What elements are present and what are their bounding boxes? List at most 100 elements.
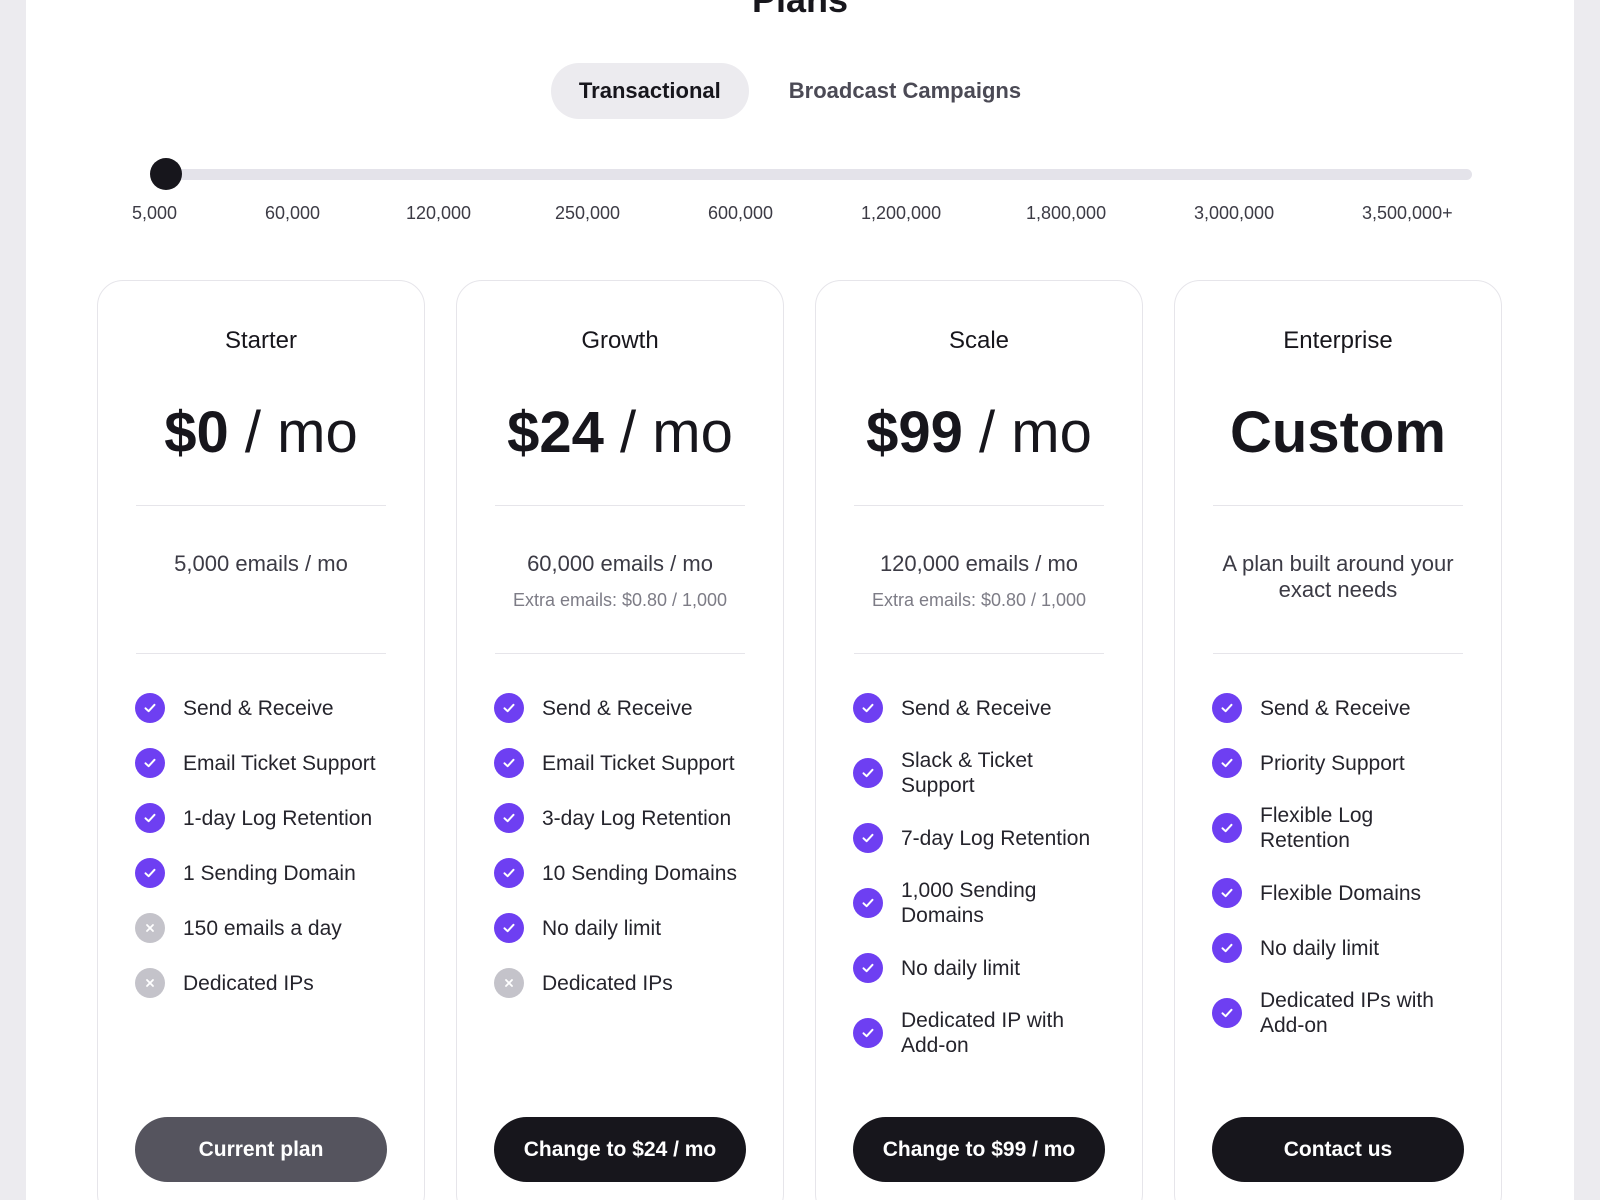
check-icon [853, 823, 883, 853]
feature-text: 1 Sending Domain [183, 861, 356, 885]
tick-label: 250,000 [555, 203, 621, 223]
feature-list: Send & Receive Email Ticket Support 3-da… [494, 693, 763, 1023]
check-icon [853, 888, 883, 918]
plan-name: Starter [224, 327, 298, 354]
feature-text: Flexible Domains [1260, 881, 1422, 905]
feature-text: Slack & Ticket Support [901, 749, 1033, 797]
feature-text: 10 Sending Domains [542, 861, 737, 885]
feature-text: Dedicated IPs [542, 971, 673, 995]
plan-price: Custom [1175, 399, 1501, 466]
feature-list: Send & Receive Slack & Ticket Support 7-… [853, 693, 1122, 1083]
plan-allowance: 5,000 emails / mo [128, 551, 394, 577]
feature-item: Email Ticket Support [494, 748, 763, 778]
plan-name: Scale [948, 327, 1010, 354]
divider [854, 653, 1104, 654]
check-icon [853, 1018, 883, 1048]
feature-text: Flexible Log Retention [1260, 804, 1374, 852]
feature-item: 1 Sending Domain [135, 858, 404, 888]
plan-type-tabs: Transactional Broadcast Campaigns [26, 63, 1574, 119]
slider-track[interactable] [166, 169, 1472, 180]
feature-item: Flexible Log Retention [1212, 803, 1481, 853]
check-icon [1212, 748, 1242, 778]
allowance-text: 5,000 emails / mo [174, 551, 348, 576]
change-plan-button-growth[interactable]: Change to $24 / mo [494, 1117, 746, 1182]
feature-item: Email Ticket Support [135, 748, 404, 778]
current-plan-button[interactable]: Current plan [135, 1117, 387, 1182]
cross-icon [135, 968, 165, 998]
tab-transactional[interactable]: Transactional [550, 63, 749, 119]
change-plan-button-scale[interactable]: Change to $99 / mo [853, 1117, 1105, 1182]
plan-allowance: 60,000 emails / mo Extra emails: $0.80 /… [487, 551, 753, 613]
plan-price: $0 / mo [98, 399, 424, 466]
tab-broadcast-campaigns[interactable]: Broadcast Campaigns [761, 63, 1049, 119]
feature-item: No daily limit [494, 913, 763, 943]
plan-price: $24 / mo [457, 399, 783, 466]
contact-us-button[interactable]: Contact us [1212, 1117, 1464, 1182]
volume-slider[interactable] [146, 158, 1472, 190]
check-icon [1212, 933, 1242, 963]
price-amount: $24 [507, 400, 604, 465]
feature-item: Dedicated IP with Add-on [853, 1008, 1122, 1058]
feature-text: Email Ticket Support [542, 751, 735, 775]
feature-item: 150 emails a day [135, 913, 404, 943]
check-icon [494, 913, 524, 943]
feature-text: Send & Receive [1260, 696, 1411, 720]
feature-item: No daily limit [853, 953, 1122, 983]
price-unit: / mo [979, 400, 1092, 465]
plan-card-growth: Growth $24 / mo 60,000 emails / mo Extra… [456, 280, 784, 1200]
feature-item: Send & Receive [853, 693, 1122, 723]
plan-name: Enterprise [1283, 327, 1393, 354]
divider [136, 505, 386, 506]
check-icon [494, 803, 524, 833]
tick-label: 3,000,000 [1194, 203, 1275, 223]
divider [495, 653, 745, 654]
feature-item: Priority Support [1212, 748, 1481, 778]
slider-thumb[interactable] [150, 158, 182, 190]
feature-text: Dedicated IPs with Add-on [1260, 989, 1434, 1037]
feature-text: Dedicated IP with Add-on [901, 1009, 1065, 1057]
feature-text: 3-day Log Retention [542, 806, 732, 830]
price-unit: / mo [244, 400, 358, 465]
cross-icon [494, 968, 524, 998]
feature-text: No daily limit [1260, 936, 1380, 960]
extra-emails-text: Extra emails: $0.80 / 1,000 [512, 590, 728, 610]
allowance-text: A plan built around your exact needs [1222, 551, 1454, 602]
feature-text: Send & Receive [542, 696, 693, 720]
price-amount: Custom [1230, 400, 1446, 465]
allowance-text: 120,000 emails / mo [879, 551, 1079, 576]
plan-card-enterprise: Enterprise Custom A plan built around yo… [1174, 280, 1502, 1200]
divider [495, 505, 745, 506]
check-icon [135, 858, 165, 888]
plans-panel: Plans Transactional Broadcast Campaigns … [26, 0, 1574, 1200]
divider [854, 505, 1104, 506]
check-icon [135, 803, 165, 833]
feature-item: Dedicated IPs with Add-on [1212, 988, 1481, 1038]
tick-label: 60,000 [265, 203, 321, 223]
price-unit: / mo [620, 400, 733, 465]
tick-label: 1,800,000 [1026, 203, 1107, 223]
allowance-text: 60,000 emails / mo [527, 551, 713, 576]
feature-list: Send & Receive Priority Support Flexible… [1212, 693, 1481, 1063]
slider-tick-labels: 5,000 60,000 120,000 250,000 600,000 1,2… [26, 203, 1574, 227]
feature-item: Slack & Ticket Support [853, 748, 1122, 798]
feature-item: 1-day Log Retention [135, 803, 404, 833]
plan-card-starter: Starter $0 / mo 5,000 emails / mo Send &… [97, 280, 425, 1200]
feature-text: 1-day Log Retention [183, 806, 373, 830]
feature-item: Dedicated IPs [135, 968, 404, 998]
plan-allowance: A plan built around your exact needs [1205, 551, 1471, 603]
divider [136, 653, 386, 654]
feature-item: Send & Receive [494, 693, 763, 723]
feature-text: Send & Receive [183, 696, 334, 720]
feature-text: 1,000 Sending Domains [901, 879, 1037, 927]
feature-text: Send & Receive [901, 696, 1052, 720]
feature-item: 1,000 Sending Domains [853, 878, 1122, 928]
price-amount: $99 [866, 400, 963, 465]
feature-text: No daily limit [901, 956, 1021, 980]
check-icon [1212, 813, 1242, 843]
check-icon [494, 858, 524, 888]
feature-item: Send & Receive [135, 693, 404, 723]
feature-item: No daily limit [1212, 933, 1481, 963]
feature-text: 7-day Log Retention [901, 826, 1091, 850]
tick-label: 120,000 [406, 203, 472, 223]
divider [1213, 653, 1463, 654]
